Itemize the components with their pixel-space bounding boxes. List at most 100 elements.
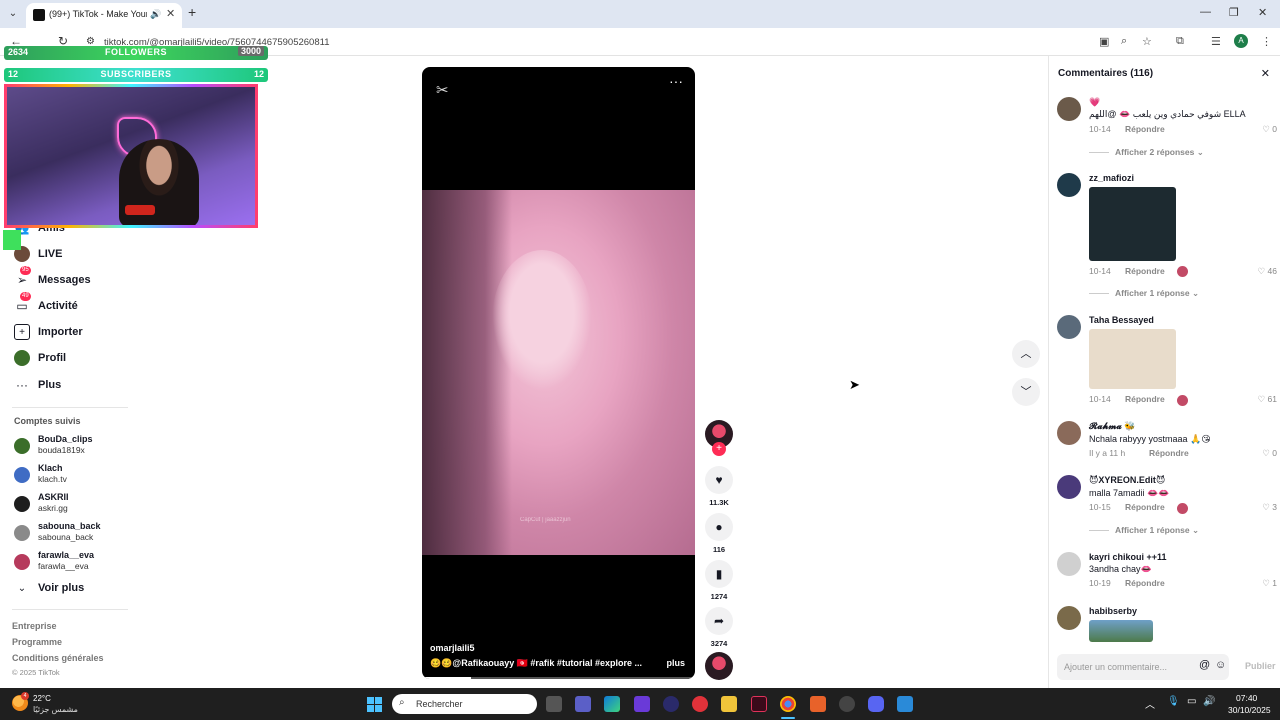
bookmark-icon[interactable]: ▮ (705, 560, 733, 588)
weather-temperature[interactable]: 22°C (33, 694, 51, 703)
green-overlay-block (3, 230, 21, 250)
sidebar-item-more[interactable]: ··· Plus (14, 375, 61, 395)
comment-user[interactable]: 𝓡𝓪𝓱𝓶𝓪 🐝 (1089, 421, 1136, 432)
comment-like[interactable]: ♡ 1 (1262, 578, 1277, 589)
previous-video-button[interactable]: ︿ (1012, 340, 1040, 368)
avatar[interactable] (1057, 421, 1081, 445)
post-comment-button[interactable]: Publier (1245, 661, 1276, 671)
bookmark-star-icon[interactable]: ☆ (1142, 35, 1152, 48)
edge-icon[interactable] (604, 696, 620, 712)
tab-close-icon[interactable]: ✕ (166, 7, 175, 20)
taskbar-search[interactable]: ⌕ Rechercher (392, 694, 537, 714)
show-replies-button[interactable]: Afficher 1 réponse ⌄ (1089, 288, 1199, 299)
comment-user[interactable]: Taha Bessayed (1089, 315, 1154, 325)
window-close-icon[interactable]: ✕ (1258, 6, 1267, 19)
footer-link-terms[interactable]: Conditions générales (12, 653, 104, 663)
profile-avatar[interactable]: A (1234, 34, 1248, 48)
heart-icon[interactable]: ♥ (705, 466, 733, 494)
footer-link-program[interactable]: Programme (12, 637, 62, 647)
app-blue-icon[interactable] (897, 696, 913, 712)
video-player[interactable]: CapCut | jaaazzjun ✂ ··· omarjlaili5 🥴🥴@… (422, 67, 695, 679)
share-icon[interactable]: ➦ (705, 607, 733, 635)
footer-link-company[interactable]: Entreprise (12, 621, 57, 631)
show-replies-button[interactable]: Afficher 2 réponses ⌄ (1089, 147, 1204, 158)
restore-icon[interactable]: ❐ (1229, 6, 1239, 19)
avatar[interactable] (1057, 173, 1081, 197)
follow-plus-icon[interactable]: + (712, 442, 726, 456)
sidebar-item-messages[interactable]: ➢ 95 Messages (14, 266, 91, 290)
clock-time[interactable]: 07:40 (1236, 693, 1257, 703)
comment-input[interactable] (1057, 654, 1193, 680)
obs-icon[interactable] (839, 696, 855, 712)
microphone-icon[interactable]: 🎙 (1167, 696, 1180, 707)
reply-button[interactable]: Répondre (1125, 502, 1165, 512)
show-replies-button[interactable]: Afficher 1 réponse ⌄ (1089, 525, 1199, 536)
reading-list-icon[interactable]: ☰ (1211, 35, 1221, 48)
task-view-icon[interactable] (546, 696, 562, 712)
teams-icon[interactable] (575, 696, 591, 712)
reply-button[interactable]: Répondre (1125, 124, 1165, 134)
comment-text: شوفي حمادي وين يلعب 👄 @اللهم ELLA (1089, 109, 1246, 119)
comment-user[interactable]: zz_mafiozi (1089, 173, 1134, 183)
comment-like[interactable]: ♡ 3 (1262, 502, 1277, 513)
avatar[interactable] (1057, 606, 1081, 630)
new-tab-icon[interactable]: + (188, 4, 196, 20)
sidebar-item-live[interactable]: LIVE (14, 244, 62, 264)
comment-like[interactable]: ♡ 0 (1262, 448, 1277, 459)
video-more-icon[interactable]: ··· (669, 73, 683, 89)
comment-image[interactable] (1089, 329, 1176, 389)
tray-chevron-icon[interactable]: ︿ (1145, 696, 1155, 711)
app-b-icon[interactable] (634, 696, 650, 712)
extensions-icon[interactable]: ⧉ (1176, 35, 1184, 48)
comment-user[interactable]: 💗 (1089, 97, 1100, 108)
audio-icon[interactable]: 🔊 (150, 9, 161, 20)
comment-like[interactable]: ♡ 61 (1258, 394, 1277, 405)
caption-more-button[interactable]: plus (666, 658, 685, 668)
video-progress-bar[interactable] (422, 677, 695, 679)
app-red-icon[interactable] (692, 696, 708, 712)
mention-icon[interactable]: @ (1199, 659, 1210, 671)
volume-icon[interactable]: 🔊 (1203, 696, 1215, 707)
comment-image[interactable] (1089, 620, 1153, 642)
comment-image[interactable] (1089, 187, 1176, 261)
comment-user[interactable]: habibserby (1089, 606, 1137, 616)
next-video-button[interactable]: ﹀ (1012, 378, 1040, 406)
see-more-button[interactable]: ⌄ Voir plus (14, 578, 84, 598)
cast-icon[interactable]: ▣ (1099, 35, 1109, 48)
tab-search-icon[interactable]: ⌄ (4, 5, 22, 23)
windows-start-icon[interactable] (367, 697, 382, 712)
reply-button[interactable]: Répondre (1125, 578, 1165, 588)
chrome-icon[interactable] (780, 696, 796, 712)
following-handle: askri.gg (38, 503, 68, 513)
zoom-icon[interactable]: ⌕ (1121, 35, 1127, 48)
reply-button[interactable]: Répondre (1125, 266, 1165, 276)
comment-icon[interactable]: ● (705, 513, 733, 541)
avatar[interactable] (1057, 475, 1081, 499)
reply-button[interactable]: Répondre (1149, 448, 1189, 458)
browser-tab[interactable]: (99+) TikTok - Make Your Day 🔊 ✕ (26, 3, 182, 28)
emoji-icon[interactable]: ☺ (1215, 659, 1226, 671)
close-icon[interactable]: ✕ (1261, 67, 1270, 80)
clock-date[interactable]: 30/10/2025 (1228, 705, 1271, 715)
minimize-icon[interactable]: — (1200, 6, 1211, 18)
network-icon[interactable]: ▭ (1187, 696, 1196, 707)
browser-menu-icon[interactable]: ⋮ (1261, 35, 1272, 48)
video-author[interactable]: omarjlaili5 (430, 643, 475, 653)
music-disc-icon[interactable] (705, 652, 733, 680)
sidebar-item-profile[interactable]: Profil (14, 348, 66, 368)
comment-user[interactable]: 😈XYREON.Edit😈 (1089, 475, 1165, 486)
app-orange-icon[interactable] (810, 696, 826, 712)
discord-icon[interactable] (868, 696, 884, 712)
avatar[interactable] (1057, 97, 1081, 121)
capcut-icon[interactable] (751, 696, 767, 712)
sidebar-item-upload[interactable]: + Importer (14, 322, 83, 342)
comment-user[interactable]: kayri chikoui ++11 (1089, 552, 1167, 562)
file-explorer-icon[interactable] (721, 696, 737, 712)
comment-like[interactable]: ♡ 46 (1258, 266, 1277, 277)
avatar[interactable] (1057, 552, 1081, 576)
sidebar-item-activity[interactable]: ▭ 49 Activité (14, 292, 78, 316)
comment-like[interactable]: ♡ 0 (1262, 124, 1277, 135)
app-circle-icon[interactable] (663, 696, 679, 712)
reply-button[interactable]: Répondre (1125, 394, 1165, 404)
avatar[interactable] (1057, 315, 1081, 339)
